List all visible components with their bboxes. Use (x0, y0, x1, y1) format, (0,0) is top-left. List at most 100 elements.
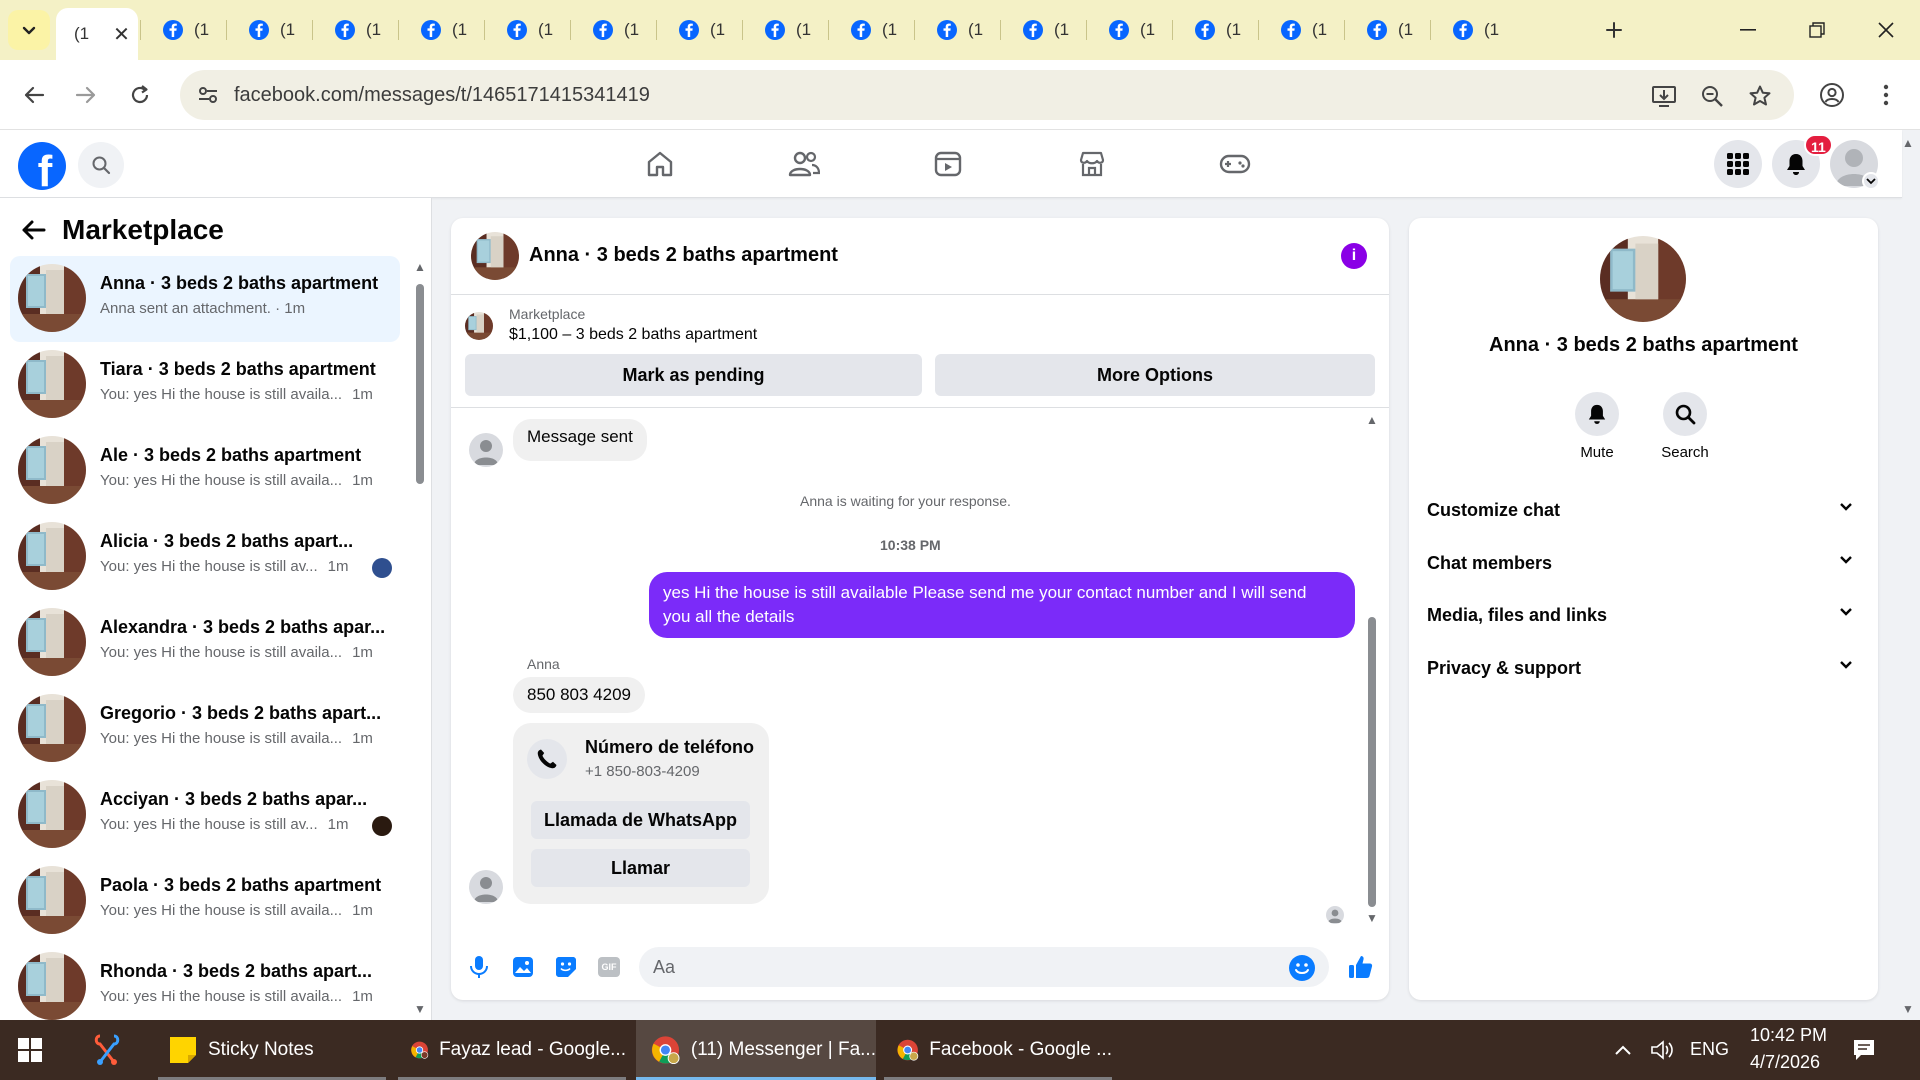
restore-window-icon[interactable] (1793, 10, 1841, 50)
tray-overflow-chevron-icon[interactable] (1614, 1020, 1640, 1080)
taskbar-app-chrome-messenger[interactable]: (11) Messenger | Fa... (636, 1020, 876, 1080)
browser-tab[interactable]: (1 (1262, 8, 1342, 52)
privacy-support-row[interactable]: Privacy & support (1427, 646, 1859, 690)
contact-profile-avatar[interactable] (1600, 236, 1686, 322)
listing-thumbnail[interactable] (465, 312, 493, 340)
contact-avatar[interactable] (471, 232, 519, 280)
media-files-links-row[interactable]: Media, files and links (1427, 593, 1859, 637)
browser-tab[interactable]: (1 (230, 8, 310, 52)
customize-chat-row[interactable]: Customize chat (1427, 488, 1859, 532)
minimize-icon[interactable] (1724, 10, 1772, 50)
whatsapp-call-button[interactable]: Llamada de WhatsApp (531, 801, 750, 839)
install-app-icon[interactable] (1650, 82, 1678, 110)
listing-title[interactable]: $1,100 – 3 beds 2 baths apartment (509, 326, 757, 344)
back-icon[interactable] (14, 75, 54, 115)
new-tab-button[interactable] (1596, 14, 1632, 46)
home-icon[interactable] (630, 142, 690, 186)
chat-list-item[interactable]: Rhonda · 3 beds 2 baths apart... You: yes… (10, 944, 400, 1030)
search-conversation-button[interactable]: Search (1645, 392, 1725, 461)
snipping-tool-icon[interactable] (92, 1020, 132, 1080)
scroll-up-arrow-icon[interactable]: ▲ (1366, 413, 1378, 427)
scroll-down-arrow-icon[interactable]: ▼ (1366, 911, 1378, 925)
browser-tab[interactable]: (1 (746, 8, 826, 52)
address-bar[interactable]: facebook.com/messages/t/1465171415341419 (180, 70, 1794, 120)
scroll-down-arrow-icon[interactable]: ▼ (414, 1002, 426, 1016)
chat-list-item[interactable]: Anna · 3 beds 2 baths apartment Anna sent… (10, 256, 400, 342)
browser-tab[interactable]: (1 (660, 8, 740, 52)
browser-tab[interactable]: (1 (1434, 8, 1514, 52)
chat-list-item[interactable]: Alicia · 3 beds 2 baths apart... You: yes… (10, 514, 400, 600)
taskbar-app-chrome-fayaz[interactable]: Fayaz lead - Google... (398, 1020, 626, 1080)
taskbar-app-sticky-notes[interactable]: Sticky Notes (158, 1020, 386, 1080)
chat-members-row[interactable]: Chat members (1427, 541, 1859, 585)
browser-tab[interactable]: (1 (918, 8, 998, 52)
chat-list-item[interactable]: Ale · 3 beds 2 baths apartment You: yes H… (10, 428, 400, 514)
chat-list-item[interactable]: Gregorio · 3 beds 2 baths apart... You: y… (10, 686, 400, 772)
forward-icon[interactable] (66, 75, 106, 115)
reload-icon[interactable] (120, 75, 160, 115)
conversation-info-icon[interactable]: i (1341, 243, 1367, 269)
start-windows-icon[interactable] (18, 1020, 54, 1080)
notification-center-icon[interactable] (1852, 1020, 1886, 1080)
browser-tab[interactable]: (1 (1348, 8, 1428, 52)
more-options-button[interactable]: More Options (935, 354, 1375, 396)
emoji-icon[interactable] (1289, 955, 1315, 981)
thumbs-up-icon[interactable] (1347, 953, 1375, 981)
browser-tab[interactable]: (1 (574, 8, 654, 52)
outgoing-message-bubble[interactable]: yes Hi the house is still available Plea… (649, 572, 1355, 638)
url-text[interactable]: facebook.com/messages/t/1465171415341419 (234, 84, 650, 107)
chat-list-item[interactable]: Paola · 3 beds 2 baths apartment You: yes… (10, 858, 400, 944)
mark-as-pending-button[interactable]: Mark as pending (465, 354, 922, 396)
sticker-icon[interactable] (552, 953, 580, 981)
chat-list-item[interactable]: Tiara · 3 beds 2 baths apartment You: yes… (10, 342, 400, 428)
sidebar-scrollbar[interactable] (416, 284, 424, 484)
browser-tab[interactable]: (1 (1004, 8, 1084, 52)
browser-tab[interactable]: (1 (402, 8, 482, 52)
back-arrow-icon[interactable] (20, 219, 46, 241)
photo-attach-icon[interactable] (509, 953, 537, 981)
message-input[interactable] (653, 955, 1253, 979)
mute-button[interactable]: Mute (1557, 392, 1637, 461)
browser-tab[interactable]: (1 (1176, 8, 1256, 52)
scroll-up-arrow-icon[interactable]: ▲ (414, 260, 426, 274)
page-scroll-down-icon[interactable]: ▼ (1902, 1002, 1914, 1016)
search-icon[interactable] (1663, 392, 1707, 436)
browser-menu-icon[interactable] (1866, 75, 1906, 115)
conversation-title[interactable]: Anna · 3 beds 2 baths apartment (529, 244, 838, 267)
friends-icon[interactable] (774, 142, 834, 186)
chat-list-item[interactable]: Alexandra · 3 beds 2 baths apar... You: y… (10, 600, 400, 686)
taskbar-app-chrome-facebook[interactable]: Facebook - Google ... (884, 1020, 1112, 1080)
profile-icon[interactable] (1812, 75, 1852, 115)
facebook-logo-icon[interactable]: f (18, 142, 66, 190)
browser-tab[interactable]: (1 (1090, 8, 1170, 52)
mute-bell-icon[interactable] (1575, 392, 1619, 436)
close-tab-icon[interactable]: ✕ (113, 22, 130, 47)
video-icon[interactable] (918, 142, 978, 186)
tab-search-chevron-icon[interactable] (8, 10, 50, 50)
browser-tab-active[interactable]: (1 ✕ (56, 8, 138, 60)
chat-list-item[interactable]: Acciyan · 3 beds 2 baths apar... You: yes… (10, 772, 400, 858)
clock-date[interactable]: 4/7/2026 (1750, 1052, 1820, 1073)
zoom-icon[interactable] (1698, 82, 1726, 110)
menu-grid-icon[interactable] (1714, 140, 1762, 188)
microphone-icon[interactable] (465, 953, 493, 981)
conversation-scrollbar[interactable] (1368, 617, 1376, 907)
marketplace-icon[interactable] (1062, 142, 1122, 186)
account-chevron-icon[interactable] (1862, 172, 1880, 190)
gif-icon[interactable]: GIF (595, 953, 623, 981)
browser-tab[interactable]: (1 (488, 8, 568, 52)
page-scroll-up-icon[interactable]: ▲ (1902, 136, 1914, 150)
volume-icon[interactable] (1650, 1020, 1680, 1080)
site-info-icon[interactable] (196, 83, 220, 107)
language-indicator[interactable]: ENG (1690, 1039, 1729, 1060)
gaming-icon[interactable] (1205, 142, 1265, 186)
phone-number-bubble[interactable]: 850 803 4209 (513, 677, 645, 713)
clock-time[interactable]: 10:42 PM (1750, 1025, 1827, 1046)
call-button[interactable]: Llamar (531, 849, 750, 887)
facebook-search-icon[interactable] (78, 142, 124, 188)
bookmark-star-icon[interactable] (1746, 82, 1774, 110)
browser-tab[interactable]: (1 (832, 8, 912, 52)
browser-tab[interactable]: (1 (316, 8, 396, 52)
close-window-icon[interactable] (1862, 10, 1910, 50)
browser-tab[interactable]: (1 (144, 8, 224, 52)
